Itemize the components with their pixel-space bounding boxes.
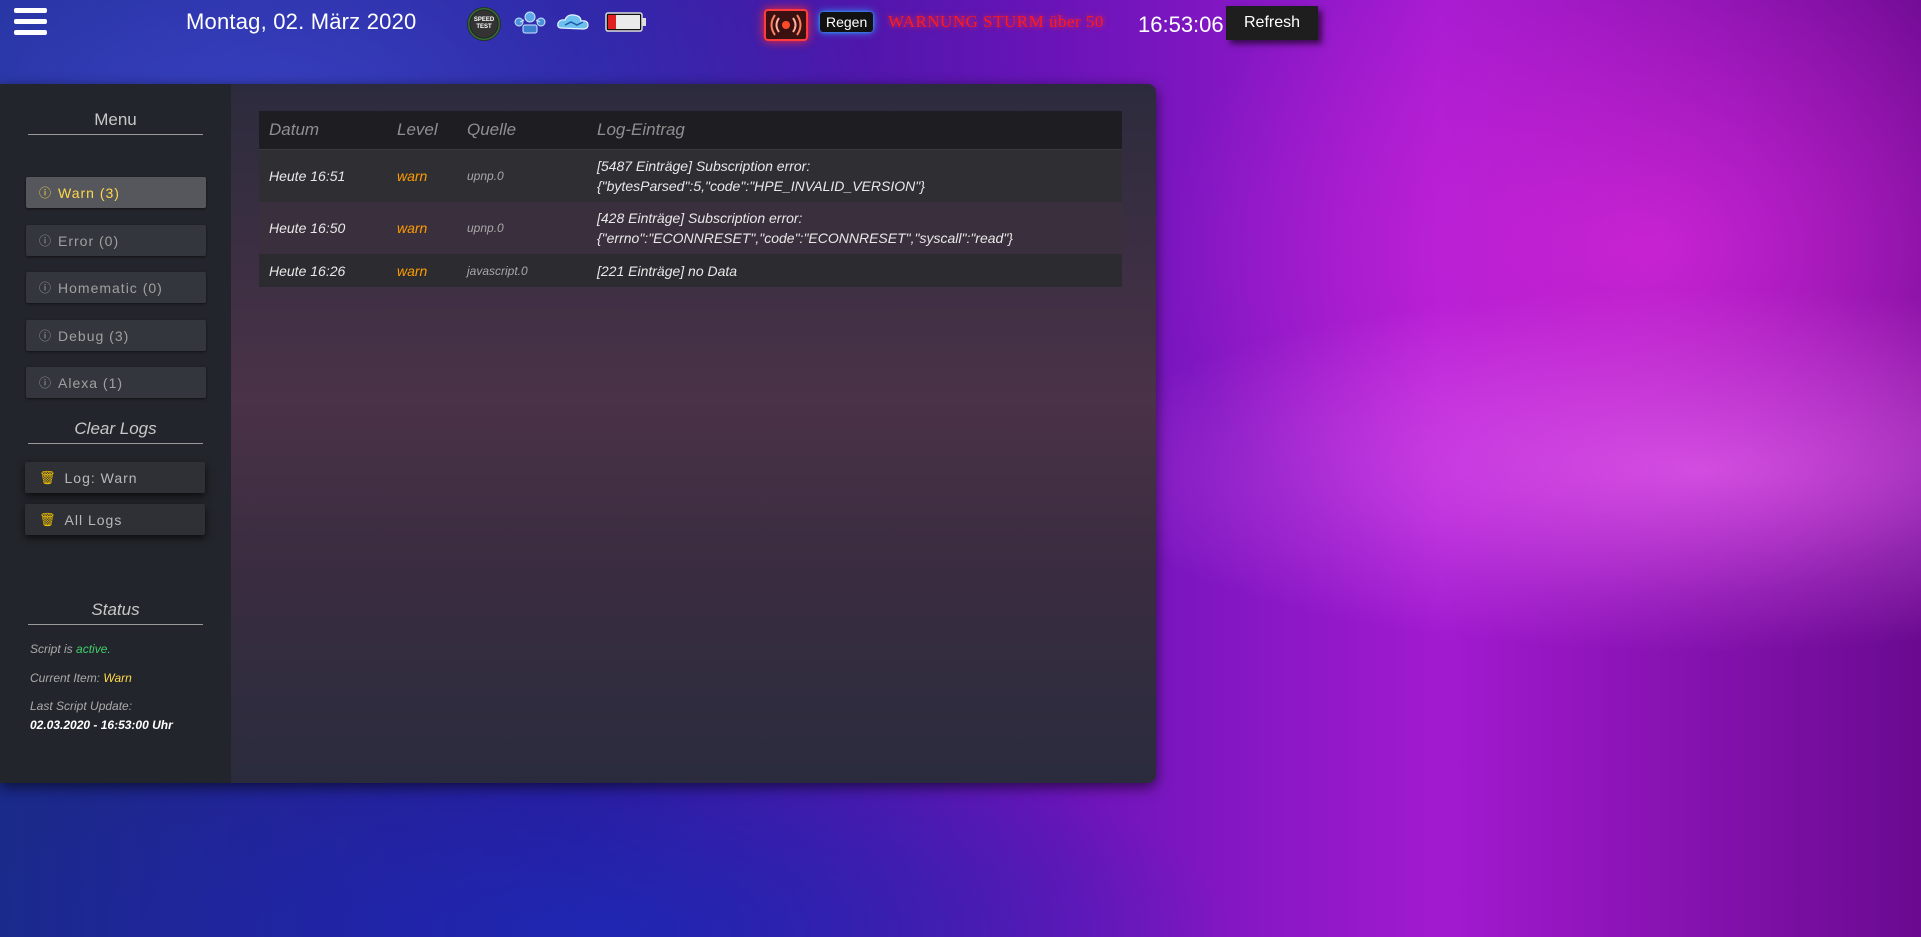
network-icon[interactable] [512,8,548,36]
status-title: Status [28,600,203,625]
column-header-entry[interactable]: Log-Eintrag [587,111,1122,150]
storm-warning: WARNUNG STURM über 50 [888,12,1104,31]
column-header-source[interactable]: Quelle [457,111,587,150]
log-source: upnp.0 [457,149,587,202]
column-header-level[interactable]: Level [387,111,457,150]
current-item-prefix: Current Item: [30,671,101,685]
log-entry-line: [221 Einträge] no Data [597,262,738,279]
menu-item-label: Debug (3) [58,327,130,344]
trash-icon: 🗑 [39,469,57,485]
clear-button-label: Log: Warn [64,469,138,486]
log-date: Heute 16:26 [259,254,387,287]
hamburger-menu-icon[interactable] [14,8,47,38]
script-status: Script is active. [30,642,111,656]
log-entry-line: [5487 Einträge] Subscription error: [597,158,811,174]
rain-badge: Regen [820,12,874,32]
info-icon: ⓘ [39,186,53,200]
log-level: warn [387,202,457,254]
menu-item-label: Homematic (0) [58,279,163,296]
speedtest-label: SPEED TEST [473,17,495,30]
script-status-prefix: Script is [30,642,73,656]
clear-all-logs-button[interactable]: 🗑 All Logs [25,504,205,535]
menu-item-label: Warn (3) [58,184,120,201]
menu-item-warn[interactable]: ⓘ Warn (3) [26,177,206,208]
battery-icon[interactable] [604,8,648,36]
info-icon: ⓘ [39,281,53,295]
menu-title: Menu [28,110,203,135]
refresh-button[interactable]: Refresh [1226,6,1318,40]
info-icon: ⓘ [39,234,53,248]
log-content: Datum Level Quelle Log-Eintrag Heute 16:… [231,84,1156,783]
cloud-icon[interactable] [555,8,591,36]
sidebar: Menu ⓘ Warn (3) ⓘ Error (0) ⓘ Homematic … [0,84,231,783]
alarm-icon[interactable] [764,9,808,41]
log-level: warn [387,254,457,287]
log-entry-line: [428 Einträge] Subscription error: [597,210,803,226]
table-header-row: Datum Level Quelle Log-Eintrag [259,111,1122,150]
log-source: upnp.0 [457,202,587,254]
log-level: warn [387,149,457,202]
menu-item-homematic[interactable]: ⓘ Homematic (0) [26,272,206,303]
menu-item-alexa[interactable]: ⓘ Alexa (1) [26,367,206,398]
current-item-value: Warn [103,671,132,685]
script-status-value: active. [76,642,111,656]
log-entry-line: {"bytesParsed":5,"code":"HPE_INVALID_VER… [597,178,925,194]
menu-item-error[interactable]: ⓘ Error (0) [26,225,206,256]
last-update-label: Last Script Update: [30,699,133,713]
log-date: Heute 16:51 [259,149,387,202]
log-entry: [5487 Einträge] Subscription error: {"by… [587,149,1122,202]
speedtest-icon[interactable]: SPEED TEST [467,7,501,41]
header-date: Montag, 02. März 2020 [186,9,417,34]
last-update-timestamp: 02.03.2020 - 16:53:00 Uhr [30,718,173,732]
table-row[interactable]: Heute 16:26 warn javascript.0 [221 Eintr… [259,254,1122,287]
menu-item-debug[interactable]: ⓘ Debug (3) [26,320,206,351]
info-icon: ⓘ [39,329,53,343]
log-date: Heute 16:50 [259,202,387,254]
log-entry-line: {"errno":"ECONNRESET","code":"ECONNRESET… [597,230,1013,246]
header-clock: 16:53:06 [1138,12,1224,37]
current-item: Current Item: Warn [30,671,132,685]
info-icon: ⓘ [39,376,53,390]
log-table: Datum Level Quelle Log-Eintrag Heute 16:… [259,111,1122,287]
clear-log-warn-button[interactable]: 🗑 Log: Warn [25,462,205,493]
column-header-date[interactable]: Datum [259,111,387,150]
table-row[interactable]: Heute 16:50 warn upnp.0 [428 Einträge] S… [259,202,1122,254]
table-row[interactable]: Heute 16:51 warn upnp.0 [5487 Einträge] … [259,149,1122,202]
log-entry: [221 Einträge] no Data [587,254,1122,287]
trash-icon: 🗑 [39,511,57,527]
clear-button-label: All Logs [64,511,123,528]
menu-item-label: Alexa (1) [58,374,124,391]
clear-logs-title: Clear Logs [28,419,203,444]
log-entry: [428 Einträge] Subscription error: {"err… [587,202,1122,254]
log-panel: Menu ⓘ Warn (3) ⓘ Error (0) ⓘ Homematic … [0,84,1156,783]
log-source: javascript.0 [457,254,587,287]
menu-item-label: Error (0) [58,232,120,249]
last-update-value: 02.03.2020 - 16:53:00 Uhr [30,718,173,732]
